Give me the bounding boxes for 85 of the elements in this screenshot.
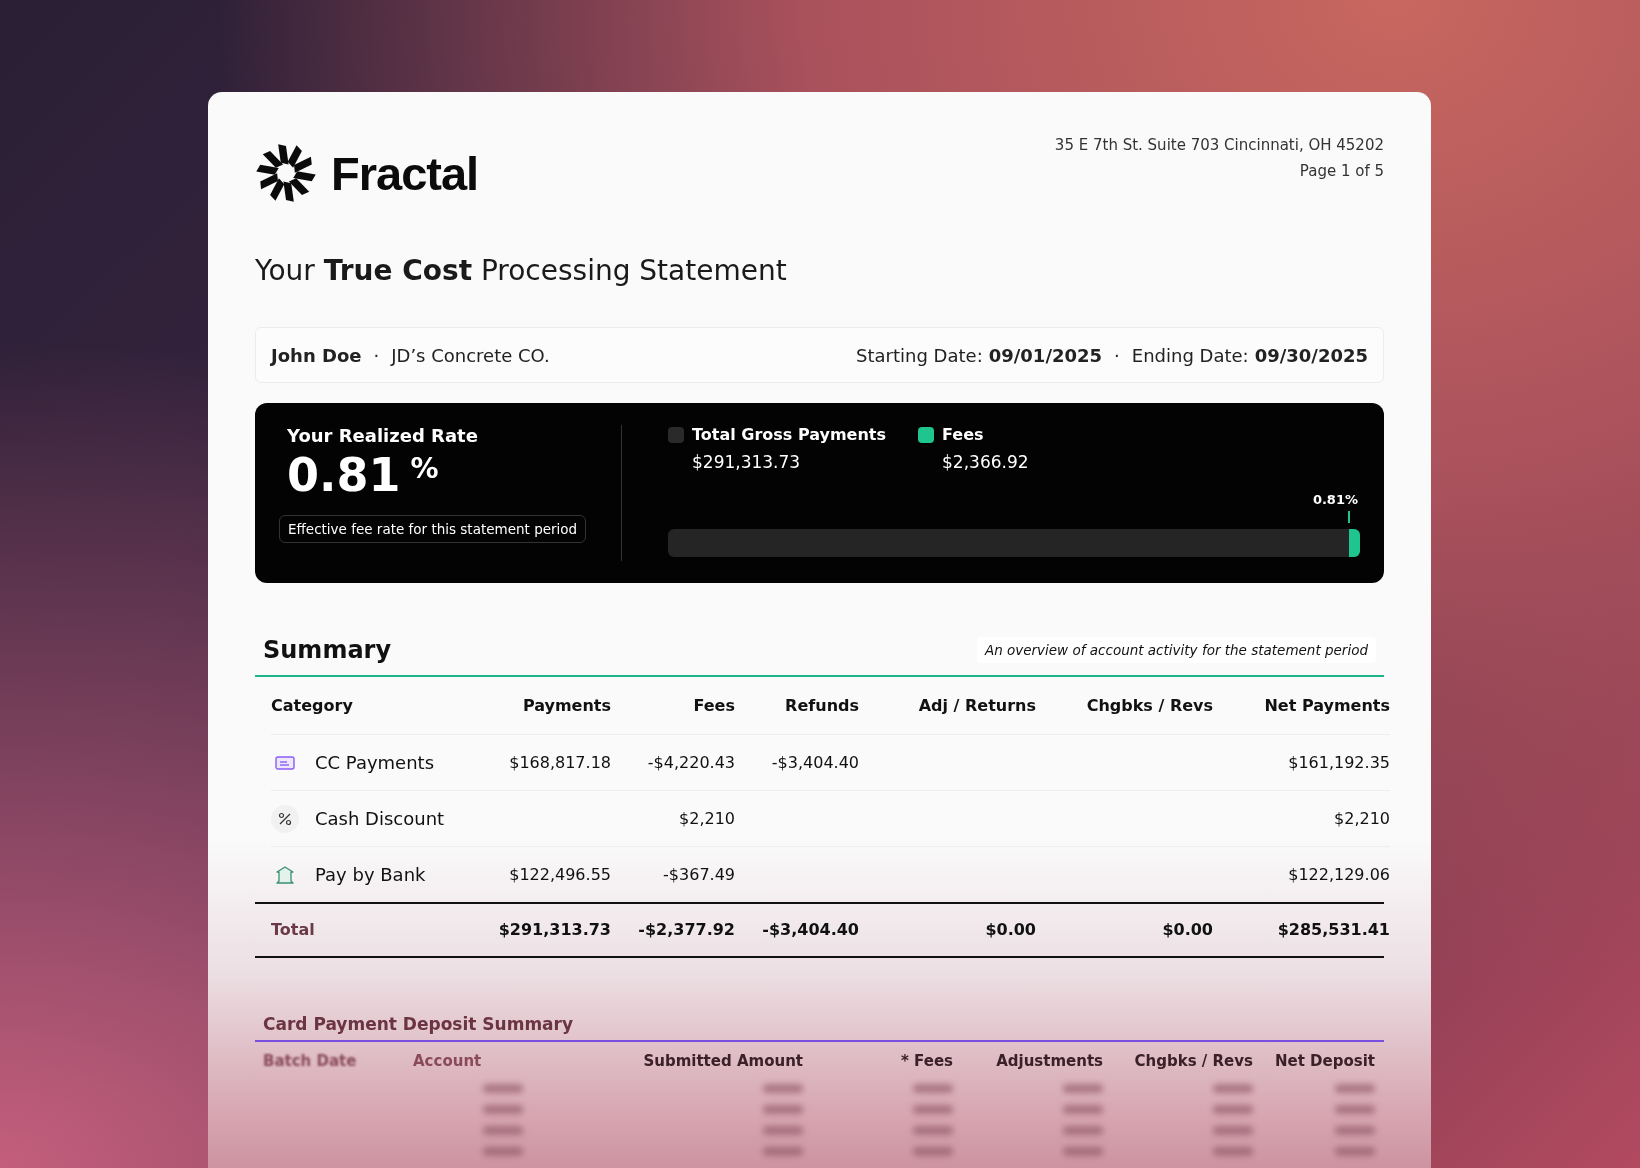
meter-reading: 0.81% — [1312, 492, 1358, 507]
column-header: Adjustments — [995, 1051, 1103, 1072]
blurred-value — [913, 1105, 953, 1114]
blurred-value — [1335, 1147, 1375, 1156]
blurred-value — [1063, 1105, 1103, 1114]
column-header: Chgbks / Revs — [1036, 677, 1213, 735]
page-number: Page 1 of 5 — [1299, 162, 1384, 180]
table-cell: $168,817.18 — [481, 735, 611, 791]
blurred-value — [763, 1084, 803, 1093]
total-cell-text: -$2,377.92 — [637, 919, 735, 941]
section-title: Summary — [263, 636, 392, 664]
blurred-value — [1063, 1084, 1103, 1093]
rate-value: 0.81 — [287, 450, 401, 501]
total-cell-text: $0.00 — [1161, 919, 1213, 941]
rate-label: Your Realized Rate — [287, 425, 479, 446]
blurred-value — [763, 1105, 803, 1114]
column-header: Chgbks / Revs — [1133, 1051, 1253, 1072]
blurred-value — [483, 1084, 523, 1093]
rate-unit: % — [410, 452, 439, 485]
total-cell-text: $0.00 — [984, 919, 1036, 941]
column-header: Refunds — [735, 677, 859, 735]
blurred-value — [483, 1105, 523, 1114]
blurred-value — [763, 1126, 803, 1135]
card-icon — [275, 754, 295, 771]
blurred-value — [1335, 1105, 1375, 1114]
start-date: 09/01/2025 — [988, 344, 1103, 366]
separator: · — [1114, 344, 1120, 366]
meter-tick — [1348, 511, 1350, 523]
column-header: Payments — [481, 677, 611, 735]
brand-name: Fractal — [331, 145, 479, 201]
address: 35 E 7th St. Suite 703 Cincinnati, OH 45202 — [1054, 136, 1384, 154]
blurred-value — [1213, 1126, 1253, 1135]
blurred-value — [1213, 1105, 1253, 1114]
end-date: 09/30/2025 — [1254, 344, 1368, 366]
blurred-value — [1063, 1126, 1103, 1135]
blurred-value — [1335, 1084, 1375, 1093]
column-header: Category — [271, 677, 481, 735]
legend-amount: $291,313.73 — [692, 452, 802, 472]
bank-icon — [275, 865, 295, 884]
blurred-value — [913, 1084, 953, 1093]
end-date-label: Ending Date: — [1131, 344, 1249, 366]
legend-amount: $2,366.92 — [942, 452, 1029, 472]
blurred-value — [913, 1126, 953, 1135]
table-cell: $2,210 — [1213, 791, 1390, 847]
start-date-label: Starting Date: — [856, 344, 983, 366]
table-cell: $161,192.35 — [1213, 735, 1390, 791]
column-header: Net Payments — [1213, 677, 1390, 735]
percent-icon — [271, 804, 299, 833]
column-header: Batch Date — [263, 1051, 358, 1072]
legend-label: Total Gross Payments — [692, 425, 887, 444]
blurred-value — [1213, 1147, 1253, 1156]
total-label: Total — [271, 919, 316, 941]
column-header: Submitted Amount — [642, 1051, 803, 1072]
column-header: Fees — [611, 677, 735, 735]
blurred-value — [1335, 1126, 1375, 1135]
total-cell-text: $285,531.41 — [1276, 919, 1390, 941]
blurred-value — [913, 1147, 953, 1156]
column-header: Net Deposit — [1273, 1051, 1375, 1072]
legend-label: Fees — [942, 425, 984, 444]
section-note: An overview of account activity for the statement period — [976, 637, 1376, 663]
blurred-value — [1213, 1084, 1253, 1093]
table-cell: $2,210 — [611, 791, 735, 847]
column-header: Adj / Returns — [859, 677, 1036, 735]
rate-caption: Effective fee rate for this statement period — [279, 514, 587, 543]
column-header: Account — [413, 1051, 483, 1072]
separator: · — [373, 344, 380, 366]
table-cell-text: -$367.49 — [662, 864, 735, 886]
total-cell-text: -$3,404.40 — [761, 919, 859, 941]
total-cell-text: $291,313.73 — [497, 919, 611, 941]
section-title: Card Payment Deposit Summary — [255, 1014, 1384, 1042]
table-cell: -$4,220.43 — [611, 735, 735, 791]
category-name: Pay by Bank — [315, 864, 426, 885]
blurred-value — [763, 1147, 803, 1156]
customer-name: John Doe — [271, 344, 362, 366]
table-cell-text: $122,129.06 — [1287, 864, 1390, 886]
blurred-value — [483, 1147, 523, 1156]
table-cell-text: $122,496.55 — [508, 864, 611, 886]
category-name: CC Payments — [315, 752, 435, 773]
table-cell: -$3,404.40 — [735, 735, 859, 791]
statement-title: Your True Cost Processing Statement — [255, 254, 788, 287]
blurred-value — [1063, 1147, 1103, 1156]
category-name: Cash Discount — [315, 808, 445, 829]
column-header: * Fees — [900, 1051, 953, 1072]
company-name: JD’s Concrete CO. — [391, 344, 550, 366]
blurred-value — [483, 1126, 523, 1135]
